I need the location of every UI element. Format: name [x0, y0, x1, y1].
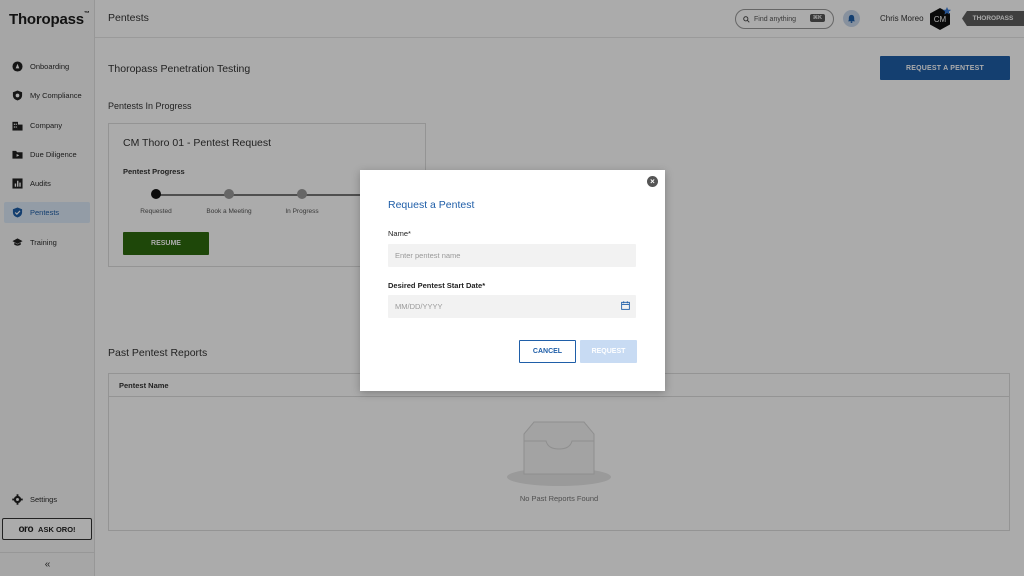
request-pentest-modal: × Request a Pentest Name* Desired Pentes…	[360, 170, 665, 391]
close-icon[interactable]: ×	[647, 176, 658, 187]
calendar-icon[interactable]	[621, 301, 630, 310]
pentest-name-input[interactable]	[388, 244, 636, 267]
start-date-input[interactable]	[388, 295, 636, 318]
start-date-label: Desired Pentest Start Date*	[388, 281, 486, 290]
modal-title: Request a Pentest	[388, 199, 475, 211]
request-button[interactable]: REQUEST	[580, 340, 637, 363]
cancel-button[interactable]: CANCEL	[519, 340, 576, 363]
name-label: Name*	[388, 229, 411, 238]
